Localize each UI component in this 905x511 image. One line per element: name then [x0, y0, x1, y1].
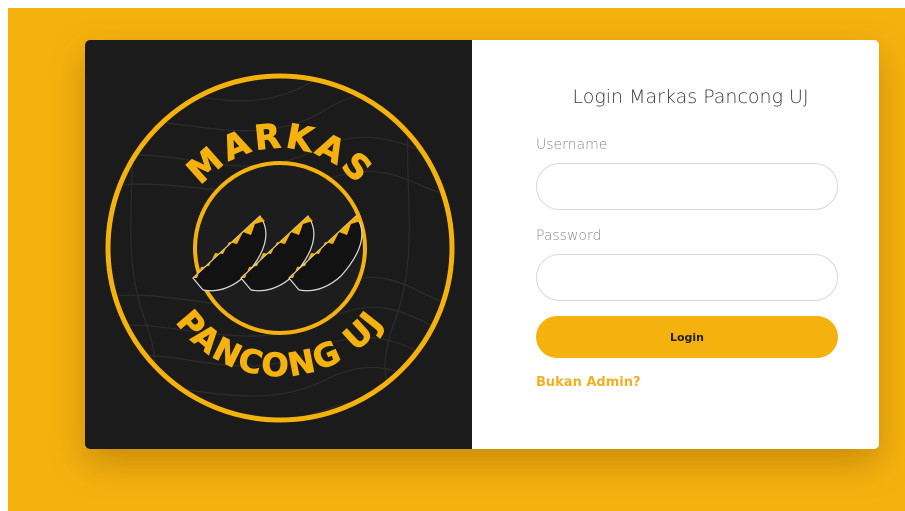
login-card: MARKAS PANCONG UJ Login Markas Pancong U…: [85, 40, 879, 449]
markas-pancong-logo: MARKAS PANCONG UJ: [105, 73, 455, 423]
login-button[interactable]: Login: [536, 316, 838, 358]
password-input[interactable]: [536, 254, 838, 301]
login-title: Login Markas Pancong UJ: [572, 86, 809, 108]
brand-panel: MARKAS PANCONG UJ: [85, 40, 472, 449]
username-label: Username: [536, 137, 608, 153]
login-form-panel: Login Markas Pancong UJ Username Passwor…: [472, 40, 879, 449]
password-label: Password: [536, 228, 602, 244]
not-admin-link[interactable]: Bukan Admin?: [536, 375, 641, 390]
username-input[interactable]: [536, 163, 838, 210]
